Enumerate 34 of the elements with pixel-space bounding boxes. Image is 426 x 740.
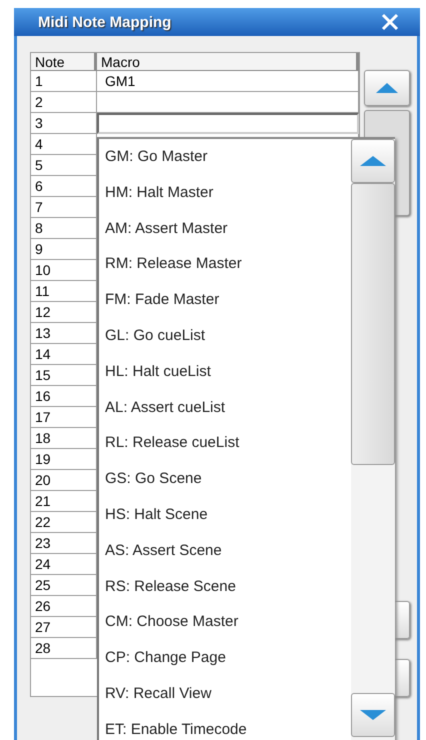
column-header[interactable]: Macro bbox=[97, 53, 359, 71]
dropdown-option[interactable]: HM: Halt Master bbox=[105, 174, 351, 211]
dropdown-option[interactable]: RV: Recall View bbox=[105, 676, 351, 712]
dropdown-option[interactable]: ET: Enable Timecode bbox=[105, 712, 351, 740]
scroll-up-button[interactable] bbox=[351, 139, 395, 183]
dropdown-option[interactable]: AL: Assert cueList bbox=[105, 390, 351, 426]
dropdown-option[interactable]: HL: Halt cueList bbox=[105, 354, 351, 390]
scroll-down-button[interactable] bbox=[351, 693, 395, 737]
table-cell: 2 bbox=[31, 92, 97, 113]
scroll-up-button[interactable] bbox=[364, 70, 410, 106]
dropdown-option[interactable]: GS: Go Scene bbox=[105, 461, 351, 497]
dropdown-option[interactable]: HS: Halt Scene bbox=[105, 496, 351, 533]
dropdown-option[interactable]: AS: Assert Scene bbox=[105, 532, 351, 569]
table-cell: GM1 bbox=[97, 71, 359, 92]
macro-field[interactable] bbox=[97, 113, 359, 134]
close-icon bbox=[380, 13, 400, 31]
dropdown-option[interactable]: GM: Go Master bbox=[105, 139, 351, 175]
dropdown-option[interactable]: RL: Release cueList bbox=[105, 425, 351, 462]
dropdown-option[interactable]: RS: Release Scene bbox=[105, 568, 351, 604]
window-title: Midi Note Mapping bbox=[38, 14, 172, 30]
column-header[interactable]: Note bbox=[31, 53, 97, 71]
table-cell: 1 bbox=[31, 71, 97, 92]
dropdown-option[interactable]: CP: Change Page bbox=[105, 640, 351, 676]
dropdown-option[interactable]: CM: Choose Master bbox=[105, 604, 351, 640]
dropdown-option[interactable]: AM: Assert Master bbox=[105, 210, 351, 246]
down-arrow-icon bbox=[360, 710, 386, 720]
dropdown-option[interactable]: FM: Fade Master bbox=[105, 282, 351, 318]
scroll-thumb[interactable] bbox=[351, 183, 395, 465]
up-arrow-icon bbox=[360, 156, 386, 166]
dropdown-option[interactable]: RM: Release Master bbox=[105, 246, 351, 282]
close-button[interactable] bbox=[380, 13, 400, 31]
dropdown-option[interactable]: GL: Go cueList bbox=[105, 318, 351, 354]
table-cell: 3 bbox=[31, 113, 97, 134]
up-arrow-icon bbox=[376, 83, 398, 93]
